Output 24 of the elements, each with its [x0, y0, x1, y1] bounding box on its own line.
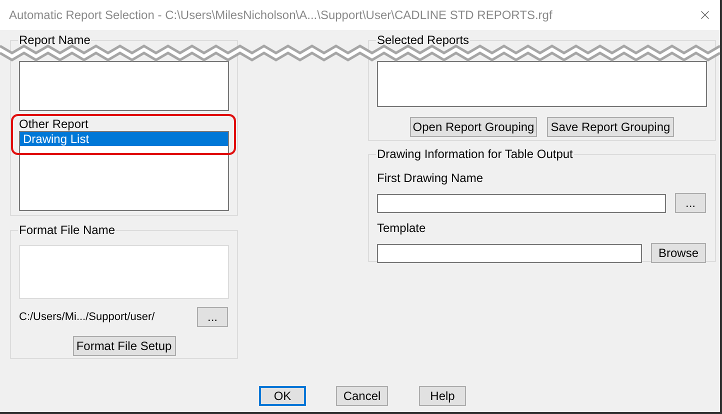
browse-button[interactable]: ... [197, 307, 228, 327]
group-label: Report Name [18, 33, 92, 47]
dialog-button[interactable]: Cancel [336, 386, 388, 406]
list-item[interactable]: Drawing List [20, 132, 228, 146]
path-text: C:/Users/Mi.../Support/user/ [19, 310, 156, 325]
group-label: Selected Reports [376, 33, 470, 47]
group-label: Format File Name [18, 223, 116, 237]
input-field[interactable] [377, 244, 642, 262]
browse-button[interactable]: Browse [651, 243, 706, 263]
dialog-button[interactable]: Help [419, 386, 466, 406]
window-title: Automatic Report Selection - C:\Users\MilesNicholson\A...\Support\User\CADLINE STD REPORTS.rgf [9, 7, 554, 24]
grouping-button[interactable]: Save Report Grouping [547, 117, 674, 137]
list-box[interactable]: Drawing List [19, 131, 229, 211]
input-field[interactable] [377, 194, 666, 212]
list-box[interactable] [377, 61, 707, 107]
browse-button[interactable]: ... [675, 193, 706, 213]
field-label: First Drawing Name [377, 171, 484, 185]
format-file-setup-button[interactable]: Format File Setup [72, 336, 176, 356]
dialog-button[interactable]: OK [259, 386, 306, 406]
grouping-button[interactable]: Open Report Grouping [410, 117, 537, 137]
field-label: Template [377, 221, 427, 235]
list-label: Other Report [19, 117, 90, 131]
group-label: Drawing Information for Table Output [376, 147, 574, 161]
list-box[interactable] [19, 61, 229, 111]
